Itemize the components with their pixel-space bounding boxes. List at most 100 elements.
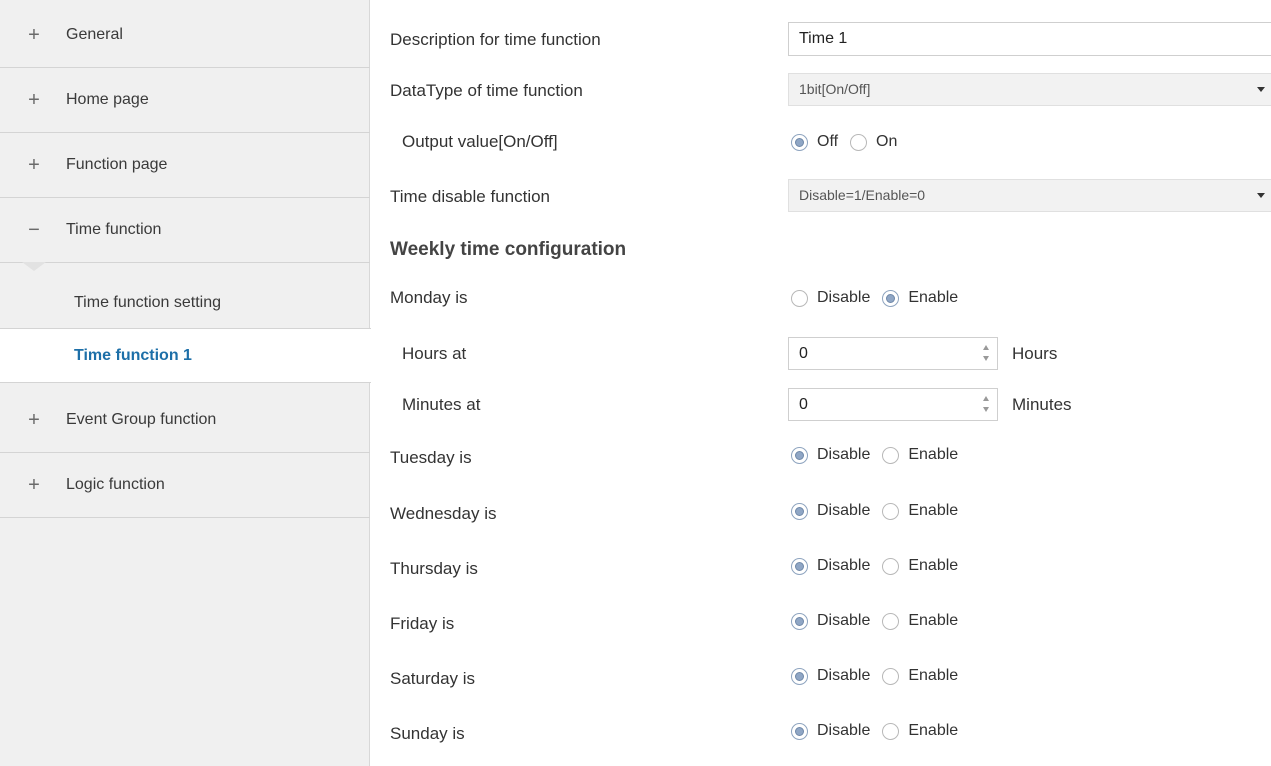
radio-unchecked-icon [791,289,808,307]
monday-label: Monday is [390,288,468,307]
radio-label: Disable [817,289,871,306]
sunday-label: Sunday is [390,724,465,743]
radio-disable[interactable]: Disable [791,557,870,575]
radio-unchecked-icon [882,722,900,740]
sidebar-item-general[interactable]: + General [0,3,370,68]
radio-enable[interactable]: Enable [882,446,958,464]
sidebar-item-label: General [66,26,123,43]
wednesday-label: Wednesday is [390,504,497,523]
radio-label: Enable [908,667,959,684]
radio-label: Enable [908,289,959,306]
friday-label: Friday is [390,614,455,633]
radio-label: Disable [817,722,871,739]
radio-checked-icon [791,612,808,630]
minus-icon: − [28,219,40,241]
caret-down-icon [1257,193,1265,198]
output-value-label: Output value[On/Off] [402,132,558,151]
radio-label: Enable [908,557,959,574]
radio-checked-icon [791,722,808,740]
parameter-panel: Description for time function Time 1 Dat… [371,0,1271,766]
radio-label: Enable [908,446,959,463]
radio-on[interactable]: On [850,133,897,151]
thursday-label: Thursday is [390,559,478,578]
radio-unchecked-icon [882,667,900,685]
minutes-label: Minutes at [402,395,481,414]
radio-unchecked-icon [850,133,868,151]
time-disable-label: Time disable function [390,187,551,206]
hours-unit: Hours [1012,344,1058,363]
radio-enable[interactable]: Enable [882,289,958,307]
radio-unchecked-icon [882,612,900,630]
radio-label: Disable [817,502,871,519]
thursday-radio-group: Disable Enable [791,553,958,579]
sidebar-item-label: Time function [66,221,162,238]
radio-enable[interactable]: Enable [882,667,958,685]
monday-radio-group: Disable Enable [791,285,958,311]
spinner-arrows-icon[interactable] [981,343,991,365]
radio-label: Enable [908,612,959,629]
hours-label: Hours at [402,344,467,363]
radio-enable[interactable]: Enable [882,557,958,575]
radio-enable[interactable]: Enable [882,722,958,740]
radio-checked-icon [791,667,808,685]
time-disable-select[interactable]: Disable=1/Enable=0 [788,179,1271,212]
description-label: Description for time function [390,30,601,49]
radio-checked-icon [791,446,808,464]
radio-disable[interactable]: Disable [791,446,870,464]
radio-enable[interactable]: Enable [882,502,958,520]
datatype-label: DataType of time function [390,81,583,100]
radio-checked-icon [791,557,808,575]
sidebar-item-label: Event Group function [66,411,217,428]
sidebar-item-label: Logic function [66,476,165,493]
datatype-value: 1bit[On/Off] [799,81,871,97]
radio-unchecked-icon [882,557,900,575]
radio-disable[interactable]: Disable [791,667,870,685]
saturday-radio-group: Disable Enable [791,663,958,689]
radio-label: Enable [908,502,959,519]
hours-spinbox[interactable]: 0 [788,337,998,370]
radio-label: Disable [817,557,871,574]
radio-checked-icon [791,502,808,520]
radio-label: Disable [817,612,871,629]
radio-disable[interactable]: Disable [791,722,870,740]
wednesday-radio-group: Disable Enable [791,498,958,524]
sidebar-subitem-label: Time function 1 [74,346,192,364]
spinner-arrows-icon[interactable] [981,394,991,416]
plus-icon: + [28,24,40,46]
minutes-unit: Minutes [1012,395,1072,414]
output-value-radio-group: Off On [791,129,897,155]
weekly-config-heading: Weekly time configuration [390,239,627,260]
sidebar-subitem-time-function-setting[interactable]: Time function setting [0,275,370,330]
radio-label: On [876,133,898,150]
radio-checked-icon [882,289,900,307]
radio-label: Off [817,133,839,150]
plus-icon: + [28,409,40,431]
radio-label: Disable [817,667,871,684]
radio-off[interactable]: Off [791,133,838,151]
radio-disable[interactable]: Disable [791,502,870,520]
radio-unchecked-icon [882,446,900,464]
minutes-value: 0 [799,396,808,413]
caret-down-icon [1257,87,1265,92]
tuesday-radio-group: Disable Enable [791,442,958,468]
datatype-select[interactable]: 1bit[On/Off] [788,73,1271,106]
sidebar-item-logic-function[interactable]: + Logic function [0,453,370,518]
radio-disable[interactable]: Disable [791,612,870,630]
tuesday-label: Tuesday is [390,448,472,467]
description-input[interactable]: Time 1 [788,22,1271,56]
sidebar-item-time-function[interactable]: − Time function [0,198,370,263]
sidebar-item-label: Home page [66,91,149,108]
sidebar-subitem-time-function-1[interactable]: Time function 1 [0,328,372,383]
radio-enable[interactable]: Enable [882,612,958,630]
sidebar-item-function-page[interactable]: + Function page [0,133,370,198]
sidebar-subitem-label: Time function setting [74,293,222,311]
radio-label: Disable [817,446,871,463]
sidebar-item-home-page[interactable]: + Home page [0,68,370,133]
sidebar-item-event-group-function[interactable]: + Event Group function [0,388,370,453]
friday-radio-group: Disable Enable [791,608,958,634]
plus-icon: + [28,154,40,176]
radio-checked-icon [791,133,808,151]
plus-icon: + [28,89,40,111]
minutes-spinbox[interactable]: 0 [788,388,998,421]
radio-disable[interactable]: Disable [791,289,870,307]
